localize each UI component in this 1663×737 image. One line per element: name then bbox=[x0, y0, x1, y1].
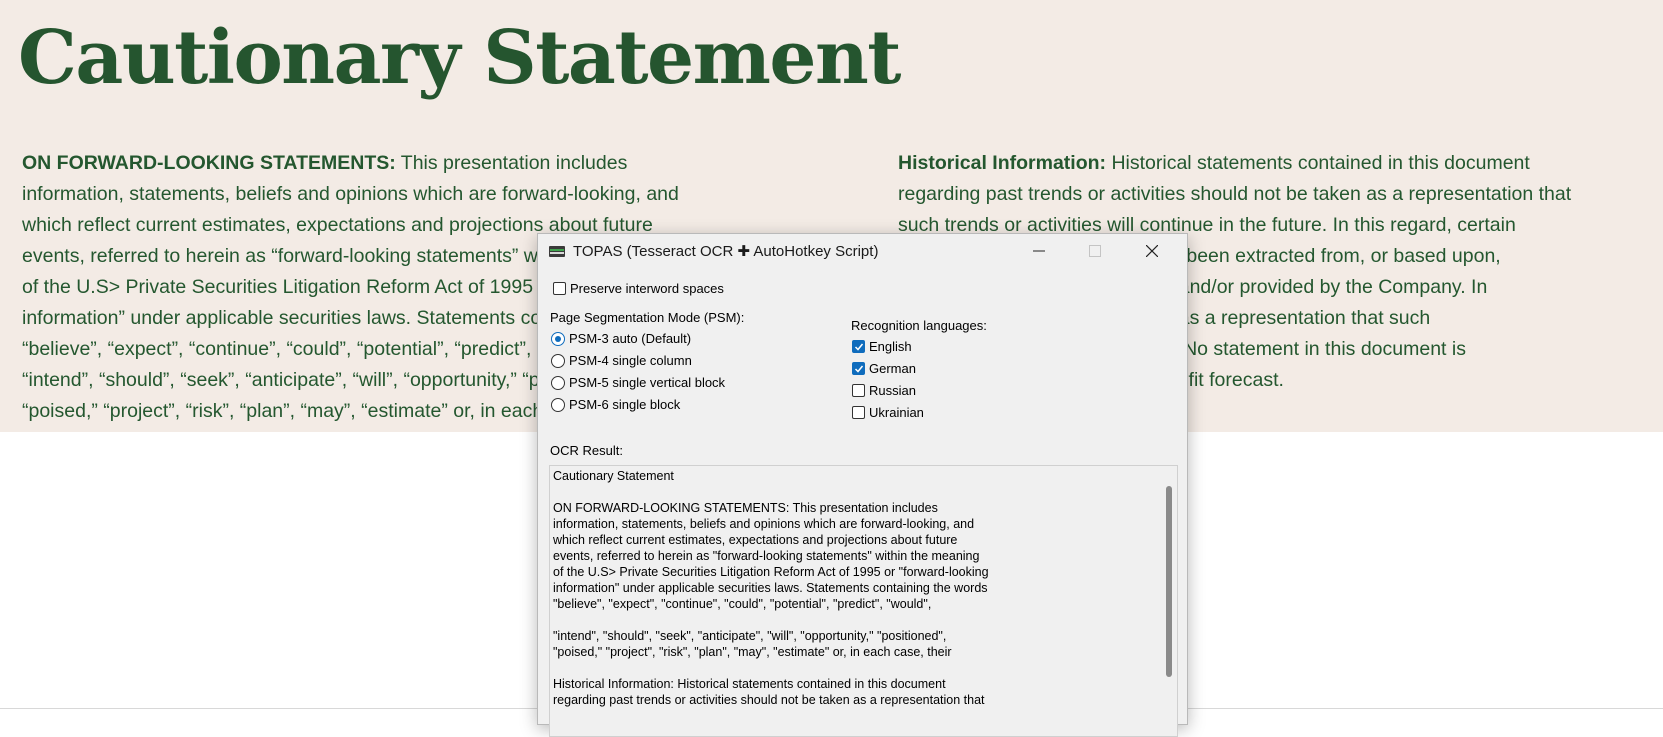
app-icon bbox=[549, 246, 565, 257]
title-bar[interactable]: TOPAS (Tesseract OCR ✚ AutoHotkey Script… bbox=[538, 234, 1187, 268]
ocr-result-label: OCR Result: bbox=[550, 443, 623, 458]
scrollbar-thumb[interactable] bbox=[1166, 486, 1172, 677]
psm-6-radio[interactable] bbox=[551, 398, 565, 412]
preserve-spaces-label[interactable]: Preserve interword spaces bbox=[570, 281, 724, 296]
ocr-result-textarea[interactable]: Cautionary Statement ON FORWARD-LOOKING … bbox=[549, 465, 1178, 737]
window-title: TOPAS (Tesseract OCR ✚ AutoHotkey Script… bbox=[573, 243, 879, 260]
paragraph-line: regarding past trends or activities shou… bbox=[898, 183, 1572, 205]
ukrainian-label[interactable]: Ukrainian bbox=[869, 405, 924, 420]
psm-3-radio[interactable] bbox=[551, 332, 565, 346]
ocr-result-text[interactable]: Cautionary Statement ON FORWARD-LOOKING … bbox=[553, 468, 1143, 708]
german-label[interactable]: German bbox=[869, 361, 916, 376]
close-icon bbox=[1146, 245, 1158, 257]
ocr-scrollbar[interactable] bbox=[1161, 466, 1177, 736]
historical-information-heading: Historical Information: bbox=[898, 152, 1107, 174]
minimize-button[interactable] bbox=[1016, 234, 1062, 268]
psm-4-label[interactable]: PSM-4 single column bbox=[569, 353, 692, 368]
maximize-icon bbox=[1089, 245, 1101, 257]
minimize-icon bbox=[1033, 250, 1045, 252]
languages-label: Recognition languages: bbox=[851, 318, 987, 333]
paragraph-line: information, statements, beliefs and opi… bbox=[22, 183, 679, 205]
paragraph-line: Historical statements contained in this … bbox=[1106, 152, 1530, 174]
psm-3-label[interactable]: PSM-3 auto (Default) bbox=[569, 331, 691, 346]
checkmark-icon bbox=[854, 365, 864, 373]
preserve-spaces-checkbox[interactable] bbox=[553, 282, 566, 295]
checkmark-icon bbox=[854, 343, 864, 351]
russian-checkbox[interactable] bbox=[852, 384, 865, 397]
document-title: Cautionary Statement bbox=[18, 15, 902, 101]
german-checkbox[interactable] bbox=[852, 362, 865, 375]
psm-5-radio[interactable] bbox=[551, 376, 565, 390]
paragraph-line: “believe”, “expect”, “continue”, “could”… bbox=[22, 338, 607, 360]
english-checkbox[interactable] bbox=[852, 340, 865, 353]
paragraph-line: This presentation includes bbox=[395, 152, 628, 174]
psm-5-label[interactable]: PSM-5 single vertical block bbox=[569, 375, 725, 390]
close-button[interactable] bbox=[1129, 234, 1175, 268]
psm-6-label[interactable]: PSM-6 single block bbox=[569, 397, 680, 412]
psm-label: Page Segmentation Mode (PSM): bbox=[550, 310, 745, 325]
topas-dialog: TOPAS (Tesseract OCR ✚ AutoHotkey Script… bbox=[537, 233, 1188, 737]
maximize-button[interactable] bbox=[1072, 234, 1118, 268]
english-label[interactable]: English bbox=[869, 339, 912, 354]
ukrainian-checkbox[interactable] bbox=[852, 406, 865, 419]
psm-4-radio[interactable] bbox=[551, 354, 565, 368]
russian-label[interactable]: Russian bbox=[869, 383, 916, 398]
forward-looking-heading: ON FORWARD-LOOKING STATEMENTS: bbox=[22, 152, 396, 174]
